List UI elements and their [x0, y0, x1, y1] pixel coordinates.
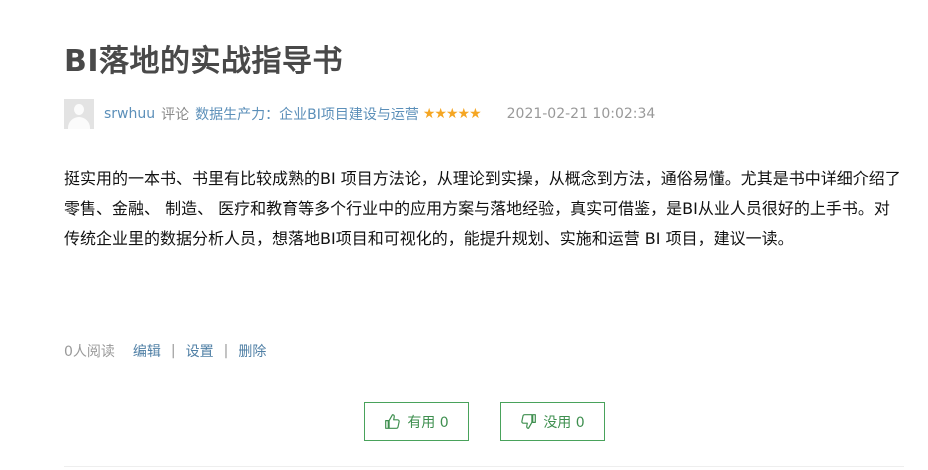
avatar-head [74, 104, 84, 115]
author-link[interactable]: srwhuu [104, 106, 155, 122]
footer-separator: | [223, 343, 229, 359]
delete-link[interactable]: 删除 [238, 341, 266, 361]
thumbs-up-icon [385, 414, 401, 429]
useless-label: 没用 0 [543, 414, 585, 431]
review-content: 挺实用的一本书、书里有比较成熟的BI 项目方法论，从理论到实操，从概念到方法，通… [64, 169, 901, 248]
settings-link[interactable]: 设置 [186, 341, 214, 361]
review-date: 2021-02-21 10:02:34 [506, 106, 656, 122]
rating-stars: ★★★★★ [422, 106, 482, 122]
book-link[interactable]: 数据生产力：企业BI项目建设与运营 [195, 104, 419, 124]
edit-link[interactable]: 编辑 [133, 341, 161, 361]
read-count: 0人阅读 [64, 344, 115, 360]
review-title: BI落地的实战指导书 [64, 44, 344, 79]
thumbs-down-icon [521, 414, 537, 429]
useful-label: 有用 0 [407, 414, 449, 431]
review-meta: srwhuu 评论 数据生产力：企业BI项目建设与运营 ★★★★★ 2021-0… [64, 98, 655, 130]
review-footer: 0人阅读 编辑 | 设置 | 删除 [64, 340, 266, 362]
avatar[interactable] [64, 99, 94, 129]
useful-button[interactable]: 有用 0 [364, 402, 469, 441]
review-action-label: 评论 [161, 107, 190, 123]
avatar-body [68, 117, 90, 129]
footer-separator: | [170, 343, 176, 359]
divider [64, 466, 904, 467]
useless-button[interactable]: 没用 0 [500, 402, 605, 441]
